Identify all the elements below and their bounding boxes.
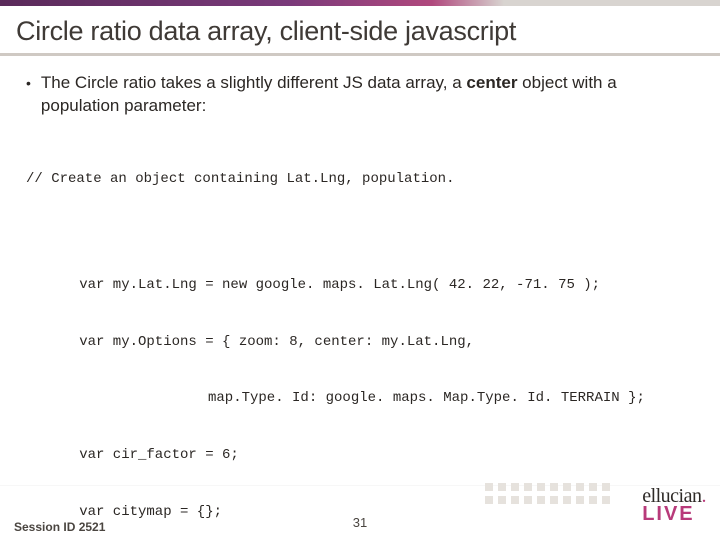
brand-logo: ellucian. LIVE (642, 487, 706, 530)
title-strip: Circle ratio data array, client-side jav… (0, 6, 720, 56)
bullet-item: • The Circle ratio takes a slightly diff… (26, 72, 694, 118)
bullet-pre: The Circle ratio takes a slightly differ… (41, 73, 467, 92)
code-line: var cir_factor = 6; (26, 446, 694, 465)
page-number: 31 (353, 515, 367, 530)
code-block: // Create an object containing Lat.Lng, … (26, 132, 694, 540)
slide-body: • The Circle ratio takes a slightly diff… (0, 56, 720, 540)
bullet-marker: • (26, 72, 31, 118)
slide-title: Circle ratio data array, client-side jav… (16, 16, 704, 47)
slide-footer: Session ID 2521 31 (0, 496, 720, 534)
bullet-text: The Circle ratio takes a slightly differ… (41, 72, 694, 118)
divider (0, 485, 720, 486)
code-line: var my.Options = { zoom: 8, center: my.L… (26, 333, 694, 352)
logo-live-word: LIVE (642, 503, 694, 525)
logo-tiny-text (642, 526, 706, 531)
bullet-bold: center (466, 73, 517, 92)
code-comment: // Create an object containing Lat.Lng, … (26, 170, 694, 189)
code-line: map.Type. Id: google. maps. Map.Type. Id… (26, 389, 694, 408)
session-id: Session ID 2521 (14, 520, 105, 534)
code-line: var my.Lat.Lng = new google. maps. Lat.L… (26, 276, 694, 295)
logo-dot: . (702, 485, 707, 507)
